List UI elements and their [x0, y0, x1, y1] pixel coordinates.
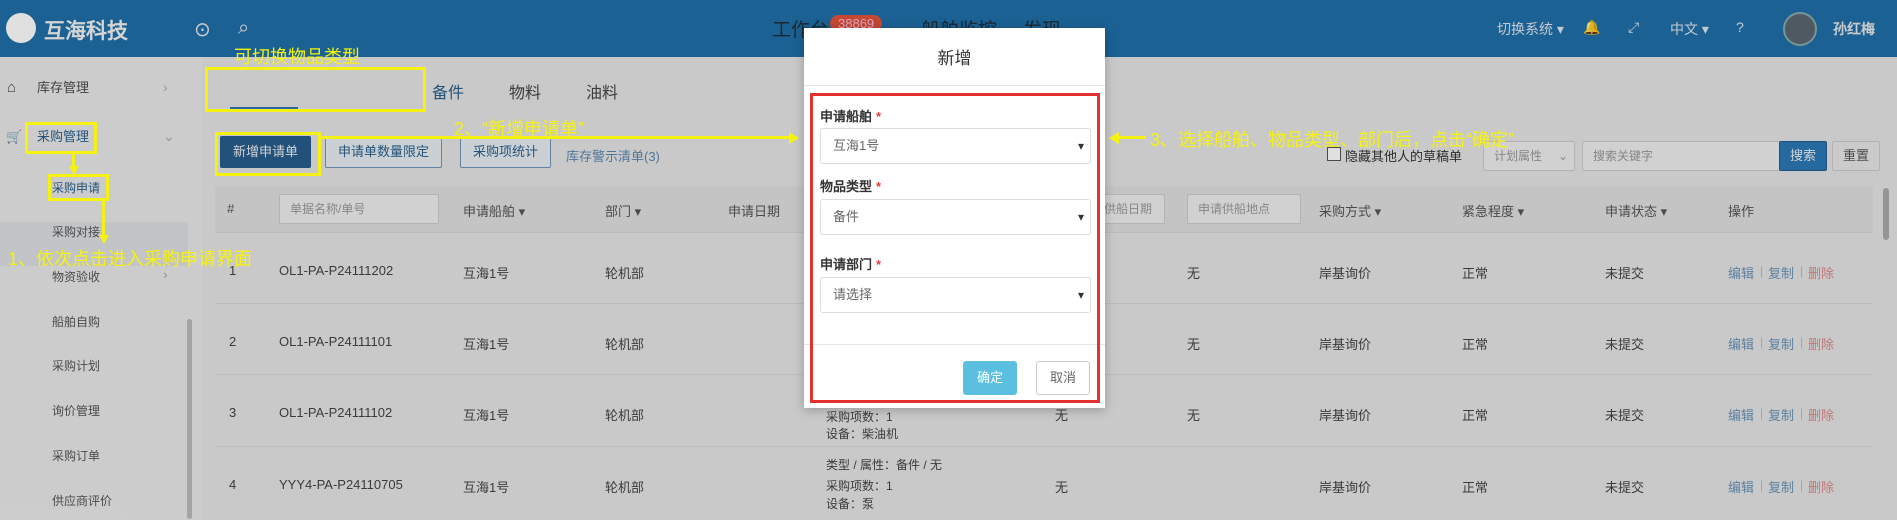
purchase-request-highlight-box	[48, 174, 109, 201]
annotation-arrow-line	[1118, 136, 1146, 139]
annotation-step3: 3、选择船舶、物品类型、部门后，点击“确定”	[1150, 130, 1514, 150]
app-root: 互海科技 ⊙ ⌕ 工作台 38869 船舶监控 发现 切换系统 ▾ 🔔 ⤢ 中文…	[0, 0, 1897, 520]
purchase-menu-highlight-box	[25, 122, 97, 154]
arrow-right-icon	[789, 132, 799, 144]
dialog-divider	[804, 85, 1105, 86]
annotation-arrow-line	[321, 136, 791, 139]
arrow-down-icon	[99, 235, 109, 244]
tabs-highlight-box	[205, 67, 426, 112]
modal-highlight-box	[810, 93, 1100, 403]
annotation-step1: 1、依次点击进入采购申请界面	[8, 249, 253, 269]
new-request-highlight-box	[215, 132, 321, 176]
annotation-switch-types: 可切换物品类型	[234, 47, 360, 67]
annotation-line	[102, 201, 105, 237]
dialog-title: 新增	[937, 49, 972, 68]
